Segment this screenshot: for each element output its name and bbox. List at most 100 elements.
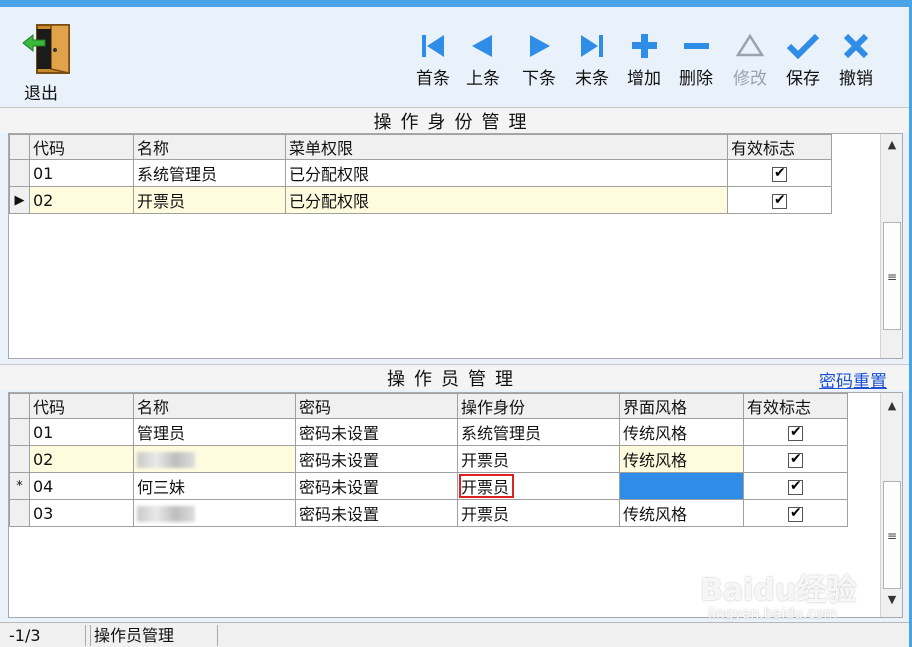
table-row-editing[interactable]: * 04 何三妹 密码未设置 开票员: [9, 472, 848, 500]
valid-checkbox[interactable]: [772, 192, 787, 209]
cell-name[interactable]: 系统管理员: [133, 159, 286, 187]
cell-role-highlighted[interactable]: 开票员: [457, 472, 620, 500]
cell-code[interactable]: 03: [29, 499, 134, 527]
cell-password[interactable]: 密码未设置: [295, 418, 458, 446]
add-icon: [632, 34, 657, 58]
cell-valid: [743, 472, 848, 500]
add-button[interactable]: 增加: [620, 33, 668, 93]
first-record-button[interactable]: 首条: [409, 33, 457, 93]
cell-name[interactable]: 开票员: [133, 186, 286, 214]
cell-permission[interactable]: 已分配权限: [285, 186, 728, 214]
col-code[interactable]: 代码: [29, 134, 134, 160]
prev-icon: [472, 35, 492, 57]
save-button[interactable]: 保存: [779, 33, 827, 93]
redacted-name: [137, 506, 195, 522]
operator-section-title: 操作员管理 密码重置: [0, 364, 909, 392]
cell-name[interactable]: 何三妹: [133, 472, 296, 500]
cell-role[interactable]: 系统管理员: [457, 418, 620, 446]
identity-table: 代码 名称 菜单权限 有效标志 01 系统管理员 已分配权限 ▶ 02 开票员 …: [9, 134, 832, 214]
col-valid-flag[interactable]: 有效标志: [727, 134, 832, 160]
valid-checkbox[interactable]: [772, 165, 787, 182]
cancel-label: 撤销: [839, 69, 873, 89]
next-icon: [530, 35, 550, 57]
col-code[interactable]: 代码: [29, 393, 134, 419]
table-row[interactable]: 03 密码未设置 开票员 传统风格: [9, 499, 848, 527]
table-row[interactable]: 01 管理员 密码未设置 系统管理员 传统风格: [9, 418, 848, 446]
exit-door-icon: [22, 24, 70, 74]
baidu-watermark-url: jingyan.baidu.com: [708, 606, 838, 622]
add-label: 增加: [627, 69, 661, 89]
delete-label: 删除: [679, 69, 713, 89]
cell-ui-style[interactable]: 传统风格: [619, 445, 744, 473]
valid-checkbox[interactable]: [788, 478, 803, 495]
save-label: 保存: [786, 69, 820, 89]
col-name[interactable]: 名称: [133, 134, 286, 160]
scroll-up-icon[interactable]: ▲: [881, 138, 903, 158]
scroll-thumb[interactable]: ≡: [883, 222, 901, 330]
cell-code[interactable]: 01: [29, 159, 134, 187]
exit-button[interactable]: 退出: [18, 23, 74, 104]
record-position: -1/3: [6, 625, 86, 646]
cell-code[interactable]: 02: [29, 186, 134, 214]
table-row[interactable]: 01 系统管理员 已分配权限: [9, 159, 832, 187]
cell-code[interactable]: 04: [29, 472, 134, 500]
table-row[interactable]: 02 密码未设置 开票员 传统风格: [9, 445, 848, 473]
toolbar: 退出 首条 上条 下条 末条 增加 删除 修改 保存 撤销: [0, 7, 909, 107]
cell-password[interactable]: 密码未设置: [295, 445, 458, 473]
edit-button[interactable]: 修改: [726, 33, 774, 93]
password-reset-link[interactable]: 密码重置: [819, 367, 887, 392]
cell-name-redacted[interactable]: [133, 445, 296, 473]
col-name[interactable]: 名称: [133, 393, 296, 419]
valid-checkbox[interactable]: [788, 505, 803, 522]
col-password[interactable]: 密码: [295, 393, 458, 419]
scroll-thumb[interactable]: ≡: [883, 481, 901, 589]
col-valid-flag[interactable]: 有效标志: [743, 393, 848, 419]
operator-table: 代码 名称 密码 操作身份 界面风格 有效标志 01 管理员 密码未设置 系统管…: [9, 393, 848, 527]
cell-valid: [727, 159, 832, 187]
cell-permission[interactable]: 已分配权限: [285, 159, 728, 187]
cell-name-redacted[interactable]: [133, 499, 296, 527]
cancel-icon: [843, 33, 869, 59]
current-module: 操作员管理: [90, 625, 218, 646]
cell-valid: [743, 445, 848, 473]
cell-password[interactable]: 密码未设置: [295, 499, 458, 527]
col-menu-permission[interactable]: 菜单权限: [285, 134, 728, 160]
cancel-button[interactable]: 撤销: [832, 33, 880, 93]
baidu-watermark: Baidu经验: [700, 573, 857, 608]
row-indicator: [9, 418, 30, 446]
row-indicator: [9, 159, 30, 187]
cell-ui-style[interactable]: 传统风格: [619, 499, 744, 527]
last-label: 末条: [575, 69, 609, 89]
cell-ui-style[interactable]: 传统风格: [619, 418, 744, 446]
valid-checkbox[interactable]: [788, 451, 803, 468]
delete-button[interactable]: 删除: [672, 33, 720, 93]
first-icon: [422, 35, 444, 57]
col-ui-style[interactable]: 界面风格: [619, 393, 744, 419]
cell-name[interactable]: 管理员: [133, 418, 296, 446]
new-row-marker: *: [9, 472, 30, 500]
cell-password[interactable]: 密码未设置: [295, 472, 458, 500]
last-record-button[interactable]: 末条: [568, 33, 616, 93]
row-indicator: [9, 445, 30, 473]
identity-section-title: 操作身份管理: [0, 107, 909, 133]
identity-scrollbar[interactable]: ▲ ≡: [880, 134, 902, 358]
row-indicator: [9, 499, 30, 527]
row-indicator: [9, 393, 30, 419]
cell-valid: [727, 186, 832, 214]
prev-record-button[interactable]: 上条: [459, 33, 507, 93]
scroll-up-icon[interactable]: ▲: [881, 399, 903, 419]
cell-role[interactable]: 开票员: [457, 445, 620, 473]
scroll-down-icon[interactable]: ▼: [881, 593, 903, 613]
last-icon: [581, 35, 603, 57]
cell-code[interactable]: 01: [29, 418, 134, 446]
operator-scrollbar[interactable]: ▲ ≡ ▼: [880, 393, 902, 617]
table-row-selected[interactable]: ▶ 02 开票员 已分配权限: [9, 186, 832, 214]
col-role[interactable]: 操作身份: [457, 393, 620, 419]
cell-ui-style-active[interactable]: [619, 472, 744, 500]
valid-checkbox[interactable]: [788, 424, 803, 441]
next-record-button[interactable]: 下条: [515, 33, 563, 93]
first-label: 首条: [416, 69, 450, 89]
cell-role[interactable]: 开票员: [457, 499, 620, 527]
status-bar: -1/3 操作员管理: [0, 622, 909, 647]
cell-code[interactable]: 02: [29, 445, 134, 473]
